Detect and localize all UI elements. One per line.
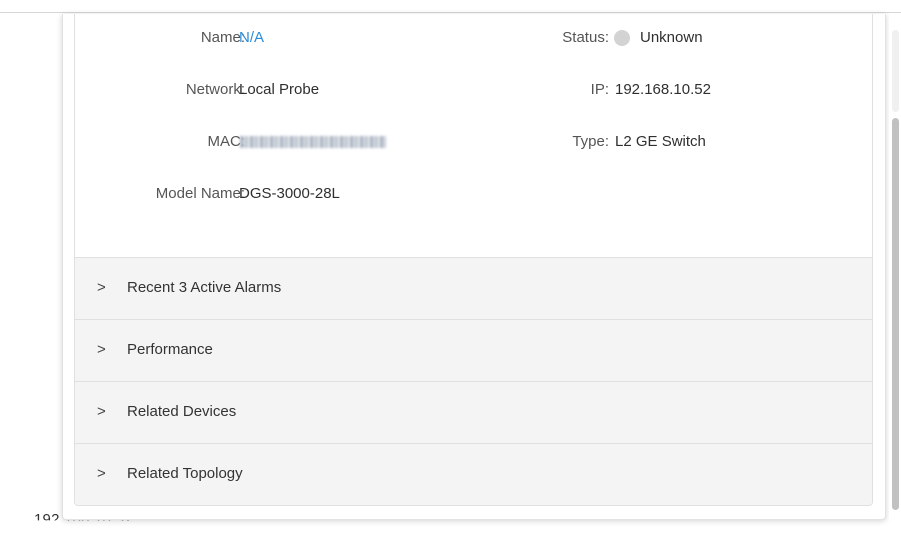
section-label: Recent 3 Active Alarms [127,279,282,296]
section-label: Performance [127,341,213,358]
section-label: Related Topology [127,465,243,482]
mac-value-redacted [240,136,386,148]
type-value: L2 GE Switch [615,133,706,150]
status-value: Unknown [640,29,703,46]
status-indicator-icon [614,30,630,46]
section-label: Related Devices [127,403,237,420]
collapsible-sections: > Recent 3 Active Alarms > Performance >… [74,257,873,506]
chevron-right-icon: > [97,279,106,296]
window-top-border [0,0,901,13]
section-recent-active-alarms[interactable]: > Recent 3 Active Alarms [75,258,872,320]
name-value-link[interactable]: N/A [239,28,264,48]
type-label: Type: [572,133,609,150]
section-related-topology[interactable]: > Related Topology [75,444,872,505]
chevron-right-icon: > [97,341,106,358]
scrollbar-thumb[interactable] [892,118,899,510]
device-properties: Name: N/A Status: Unknown Network: Local… [74,14,873,257]
model-name-value: DGS-3000-28L [239,185,340,202]
ip-label: IP: [590,81,609,98]
network-value: Local Probe [239,81,320,98]
status-label: Status: [562,29,609,46]
device-detail-panel: Name: N/A Status: Unknown Network: Local… [62,14,886,520]
ip-value: 192.168.10.52 [615,81,711,98]
section-performance[interactable]: > Performance [75,320,872,382]
chevron-right-icon: > [97,465,106,482]
model-name-label: Model Name: [155,185,245,202]
chevron-right-icon: > [97,403,106,420]
section-related-devices[interactable]: > Related Devices [75,382,872,444]
scrollbar-upper-track[interactable] [892,30,899,112]
network-label: Network: [185,81,245,98]
